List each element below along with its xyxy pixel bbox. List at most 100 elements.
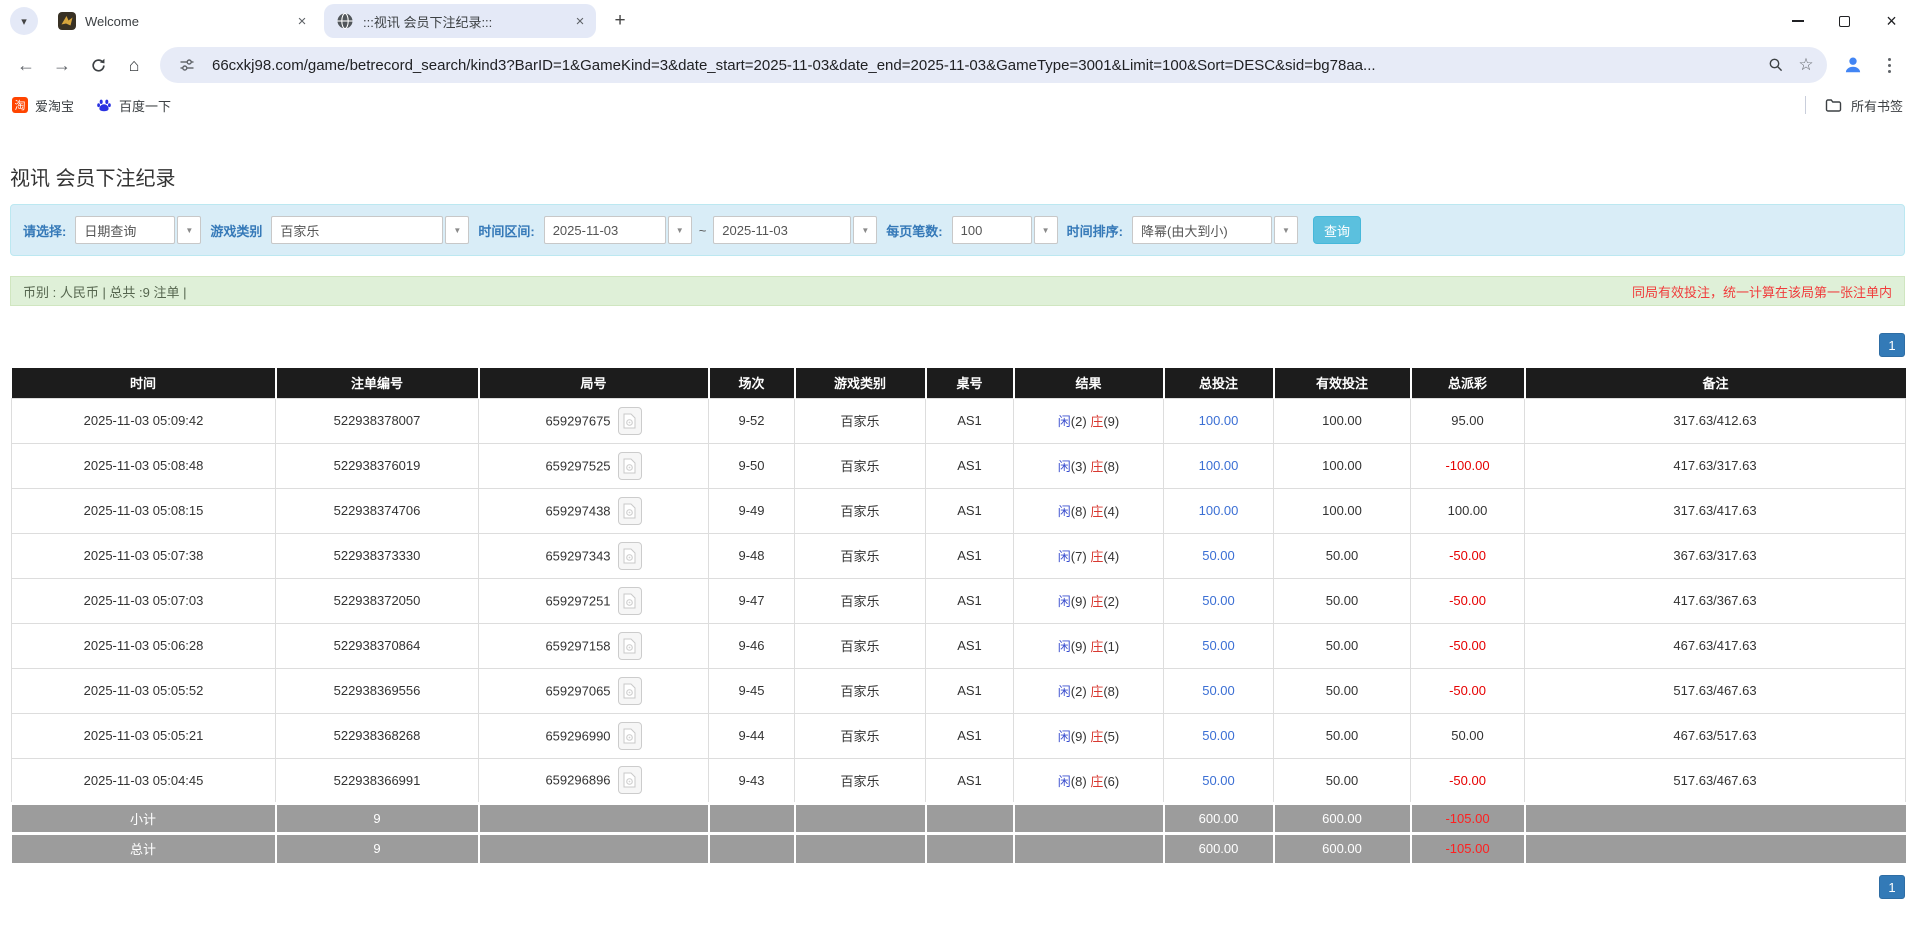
total-bet-link[interactable]: 50.00 — [1202, 638, 1235, 653]
page-size-value[interactable]: 100 — [951, 216, 1032, 244]
tab-close-button[interactable]: × — [570, 11, 590, 31]
address-bar[interactable]: 66cxkj98.com/game/betrecord_search/kind3… — [160, 47, 1827, 83]
window-close-button[interactable]: × — [1868, 0, 1915, 42]
video-replay-button[interactable] — [617, 631, 642, 660]
date-end-input[interactable]: 2025-11-03 ▼ — [713, 216, 878, 244]
window-controls: × — [1774, 0, 1915, 42]
close-icon: × — [1886, 10, 1897, 31]
cell-note: 467.63/417.63 — [1524, 622, 1906, 669]
url-text[interactable]: 66cxkj98.com/game/betrecord_search/kind3… — [212, 57, 1761, 74]
cell-result: 闲(9) 庄(1) — [1013, 622, 1164, 669]
query-type-value[interactable]: 日期查询 — [75, 216, 176, 244]
video-replay-button[interactable] — [617, 451, 642, 480]
result-banker-value: (8) — [1103, 459, 1120, 474]
tab-close-button[interactable]: × — [292, 11, 312, 31]
bookmark-star-button[interactable]: ☆ — [1791, 50, 1821, 80]
total-bet-link[interactable]: 50.00 — [1202, 593, 1235, 608]
cell-game-type: 百家乐 — [794, 442, 926, 489]
reload-button[interactable] — [80, 47, 116, 83]
cell-time: 2025-11-03 05:07:38 — [11, 532, 276, 579]
cell-bet-id: 522938376019 — [275, 442, 479, 489]
video-replay-button[interactable] — [617, 541, 642, 570]
forward-button[interactable]: → — [44, 47, 80, 83]
footer-empty-cell — [925, 831, 1015, 863]
total-bet-link[interactable]: 50.00 — [1202, 728, 1235, 743]
combo-arrow-button[interactable]: ▼ — [853, 216, 878, 244]
footer-count: 9 — [275, 831, 480, 863]
date-end-value[interactable]: 2025-11-03 — [713, 216, 852, 244]
back-button[interactable]: ← — [8, 47, 44, 83]
cell-session: 9-50 — [708, 442, 795, 489]
browser-window: { "browser": { "tabs": [ { "title": "Wel… — [0, 0, 1915, 930]
video-replay-button[interactable] — [617, 766, 642, 794]
taobao-icon: 淘 — [12, 97, 28, 113]
game-type-select[interactable]: 百家乐 ▼ — [271, 216, 470, 244]
search-button[interactable]: 查询 — [1312, 216, 1361, 244]
new-tab-button[interactable]: + — [606, 7, 634, 35]
video-replay-button[interactable] — [617, 586, 642, 615]
combo-arrow-button[interactable]: ▼ — [177, 216, 202, 244]
page-button[interactable]: 1 — [1879, 875, 1905, 899]
column-header: 总投注 — [1163, 368, 1275, 398]
total-bet-link[interactable]: 50.00 — [1202, 548, 1235, 563]
combo-arrow-button[interactable]: ▼ — [445, 216, 470, 244]
site-info-button[interactable] — [172, 50, 202, 80]
query-type-select[interactable]: 日期查询 ▼ — [75, 216, 202, 244]
result-banker-value: (1) — [1103, 639, 1120, 654]
table-row: 2025-11-03 05:07:38 522938373330 659297343… — [11, 532, 1906, 579]
footer-label: 小计 — [11, 801, 277, 833]
cell-time: 2025-11-03 05:09:42 — [11, 397, 276, 444]
combo-arrow-button[interactable]: ▼ — [667, 216, 692, 244]
bookmark-baidu[interactable]: 百度一下 — [96, 96, 171, 115]
bookmark-label: 百度一下 — [119, 98, 172, 114]
total-bet-link[interactable]: 50.00 — [1202, 683, 1235, 698]
total-bet-link[interactable]: 50.00 — [1202, 773, 1235, 788]
result-banker-value: (2) — [1103, 594, 1120, 609]
cell-round-id: 659297251 — [478, 577, 709, 624]
video-replay-button[interactable] — [617, 496, 642, 525]
cell-time: 2025-11-03 05:08:15 — [11, 487, 276, 534]
sort-select[interactable]: 降幂(由大到小) ▼ — [1131, 216, 1298, 244]
combo-arrow-button[interactable]: ▼ — [1273, 216, 1298, 244]
page-size-input[interactable]: 100 ▼ — [951, 216, 1058, 244]
all-bookmarks-button[interactable]: 所有书签 — [1804, 96, 1903, 115]
column-header: 注单编号 — [275, 368, 480, 398]
total-bet-link[interactable]: 100.00 — [1199, 413, 1239, 428]
table-row: 2025-11-03 05:07:03 522938372050 659297251… — [11, 577, 1906, 624]
avatar-icon — [1845, 57, 1861, 73]
column-header: 游戏类别 — [794, 368, 927, 398]
total-bet-link[interactable]: 100.00 — [1199, 458, 1239, 473]
home-button[interactable]: ⌂ — [116, 47, 152, 83]
sort-value[interactable]: 降幂(由大到小) — [1131, 216, 1272, 244]
cell-payout: -50.00 — [1410, 532, 1525, 579]
column-header: 局号 — [478, 368, 710, 398]
video-replay-button[interactable] — [617, 721, 642, 750]
footer-empty-cell — [794, 831, 927, 863]
round-id-text: 659297343 — [545, 548, 611, 563]
cell-table-no: AS1 — [925, 712, 1014, 759]
tab-bet-records[interactable]: :::视讯 会员下注纪录::: × — [324, 4, 596, 38]
result-banker-value: (4) — [1103, 549, 1120, 564]
tab-search-button[interactable]: ▾ — [10, 7, 38, 35]
round-id-text: 659297251 — [545, 593, 611, 608]
bookmark-taobao[interactable]: 淘 爱淘宝 — [12, 96, 74, 115]
date-start-value[interactable]: 2025-11-03 — [543, 216, 666, 244]
total-bet-link[interactable]: 100.00 — [1199, 503, 1239, 518]
menu-button[interactable] — [1871, 47, 1907, 83]
window-maximize-button[interactable] — [1821, 0, 1868, 42]
date-start-input[interactable]: 2025-11-03 ▼ — [543, 216, 692, 244]
video-replay-button[interactable] — [617, 406, 642, 435]
page-button[interactable]: 1 — [1879, 333, 1905, 357]
round-id-text: 659297675 — [545, 413, 611, 428]
video-replay-button[interactable] — [617, 676, 642, 705]
cell-bet-id: 522938378007 — [275, 397, 479, 444]
game-type-value[interactable]: 百家乐 — [271, 216, 444, 244]
cell-valid-bet: 50.00 — [1273, 622, 1411, 669]
profile-button[interactable] — [1835, 47, 1871, 83]
combo-arrow-button[interactable]: ▼ — [1033, 216, 1058, 244]
window-minimize-button[interactable] — [1774, 0, 1821, 42]
cell-game-type: 百家乐 — [794, 487, 926, 534]
zoom-button[interactable] — [1761, 50, 1791, 80]
result-player-value: (8) — [1070, 504, 1087, 519]
tab-welcome[interactable]: Welcome × — [46, 4, 318, 38]
